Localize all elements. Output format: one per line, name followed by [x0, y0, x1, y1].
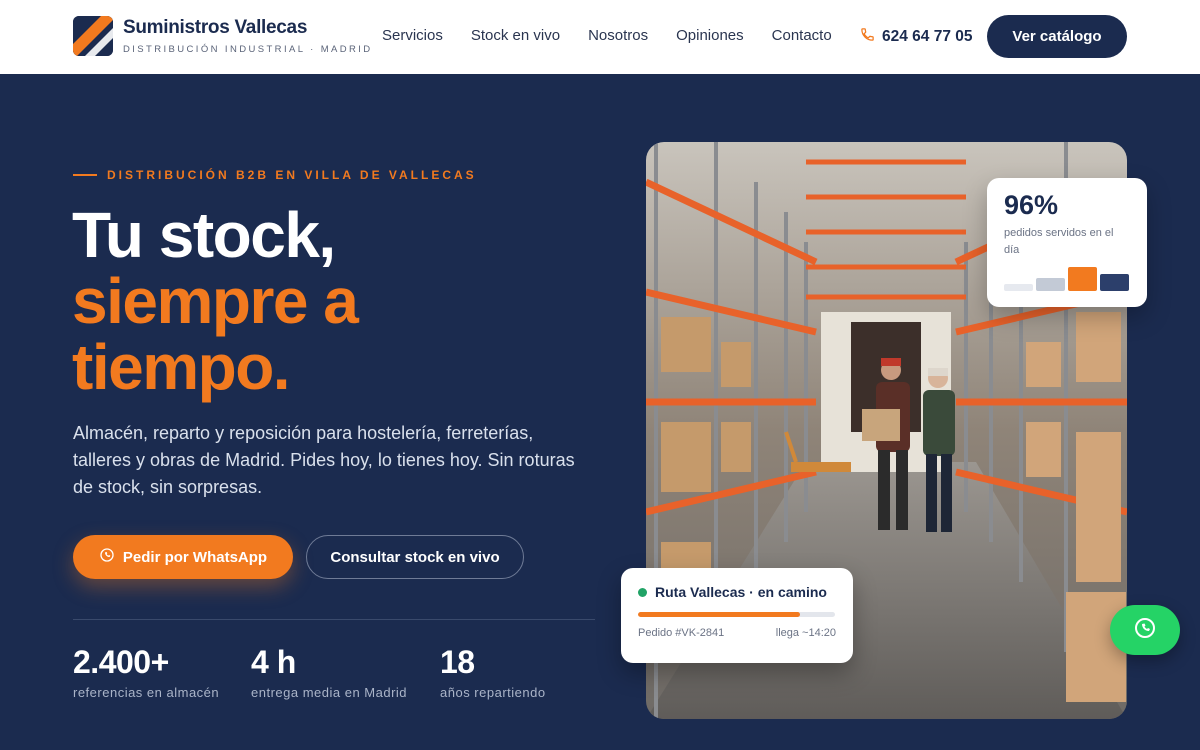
stat-references: 2.400+ referencias en almacén	[73, 644, 219, 700]
whatsapp-order-label: Pedir por WhatsApp	[122, 548, 268, 566]
nav-item-stock-en-vivo[interactable]: Stock en vivo	[471, 27, 560, 44]
stat-label: entrega media en Madrid	[251, 685, 408, 700]
live-stock-button[interactable]: Consultar stock en vivo	[306, 535, 524, 579]
stat-value: 4 h	[251, 644, 296, 680]
brand-name: Suministros Vallecas	[123, 17, 308, 38]
whatsapp-order-button[interactable]: Pedir por WhatsApp	[73, 535, 293, 579]
eyebrow-text: DISTRIBUCIÓN B2B EN VILLA DE VALLECAS	[107, 168, 477, 182]
rate-bar	[1100, 274, 1129, 291]
nav-item-nosotros[interactable]: Nosotros	[588, 27, 648, 44]
rate-value: 96%	[1004, 190, 1059, 220]
rate-card: 96% pedidos servidos en el día	[987, 178, 1147, 307]
hero-headline: Tu stock, siempre a tiempo.	[72, 199, 359, 403]
headline-orange-2: tiempo.	[72, 331, 291, 403]
phone-icon	[860, 27, 875, 47]
hero-section: DISTRIBUCIÓN B2B EN VILLA DE VALLECAS Tu…	[0, 74, 1200, 750]
phone-number: 624 64 77 05	[882, 28, 973, 45]
main-nav: Servicios Stock en vivo Nosotros Opinion…	[382, 27, 832, 44]
hero-eyebrow: DISTRIBUCIÓN B2B EN VILLA DE VALLECAS	[73, 168, 477, 182]
status-dot	[638, 587, 647, 597]
route-order: Pedido #VK-2841	[638, 627, 725, 639]
brand[interactable]: Suministros Vallecas DISTRIBUCIÓN INDUST…	[123, 17, 373, 55]
brand-logo-icon[interactable]	[73, 16, 113, 56]
whatsapp-float-button[interactable]	[1110, 605, 1180, 655]
route-progress-fill	[638, 612, 800, 617]
headline-white: Tu stock,	[72, 199, 336, 271]
nav-item-servicios[interactable]: Servicios	[382, 27, 443, 44]
stats-divider	[73, 619, 595, 620]
stat-label: referencias en almacén	[73, 685, 220, 700]
rate-caption: pedidos servidos en el día	[1004, 227, 1114, 256]
route-title: Ruta Vallecas · en camino	[638, 584, 836, 600]
hero-lead: Almacén, reparto y reposición para hoste…	[73, 423, 575, 497]
catalog-button[interactable]: Ver catálogo	[987, 15, 1127, 58]
route-eta: llega ~14:20	[775, 627, 836, 639]
site-header: Suministros Vallecas DISTRIBUCIÓN INDUST…	[0, 0, 1200, 74]
rate-bar	[1004, 284, 1033, 291]
whatsapp-icon	[1133, 616, 1157, 645]
rate-bar	[1068, 267, 1097, 291]
brand-tagline: DISTRIBUCIÓN INDUSTRIAL · MADRID	[123, 44, 373, 55]
phone-link[interactable]: 624 64 77 05	[860, 27, 973, 47]
rate-bars	[1004, 267, 1129, 291]
headline-orange-1: siempre a	[72, 265, 359, 337]
stat-value: 2.400+	[73, 644, 169, 680]
nav-item-contacto[interactable]: Contacto	[772, 27, 832, 44]
stat-value: 18	[440, 644, 475, 680]
whatsapp-icon	[99, 547, 115, 567]
route-progress	[638, 612, 835, 617]
rate-bar	[1036, 278, 1065, 291]
eyebrow-line	[73, 174, 97, 176]
stat-years: 18 años repartiendo	[440, 644, 546, 700]
stat-delivery-time: 4 h entrega media en Madrid	[251, 644, 407, 700]
stat-label: años repartiendo	[440, 685, 546, 700]
route-meta: Pedido #VK-2841 llega ~14:20	[638, 627, 836, 639]
route-title-text: Ruta Vallecas · en camino	[655, 584, 827, 600]
nav-item-opiniones[interactable]: Opiniones	[676, 27, 744, 44]
route-card: Ruta Vallecas · en camino Pedido #VK-284…	[621, 568, 853, 663]
